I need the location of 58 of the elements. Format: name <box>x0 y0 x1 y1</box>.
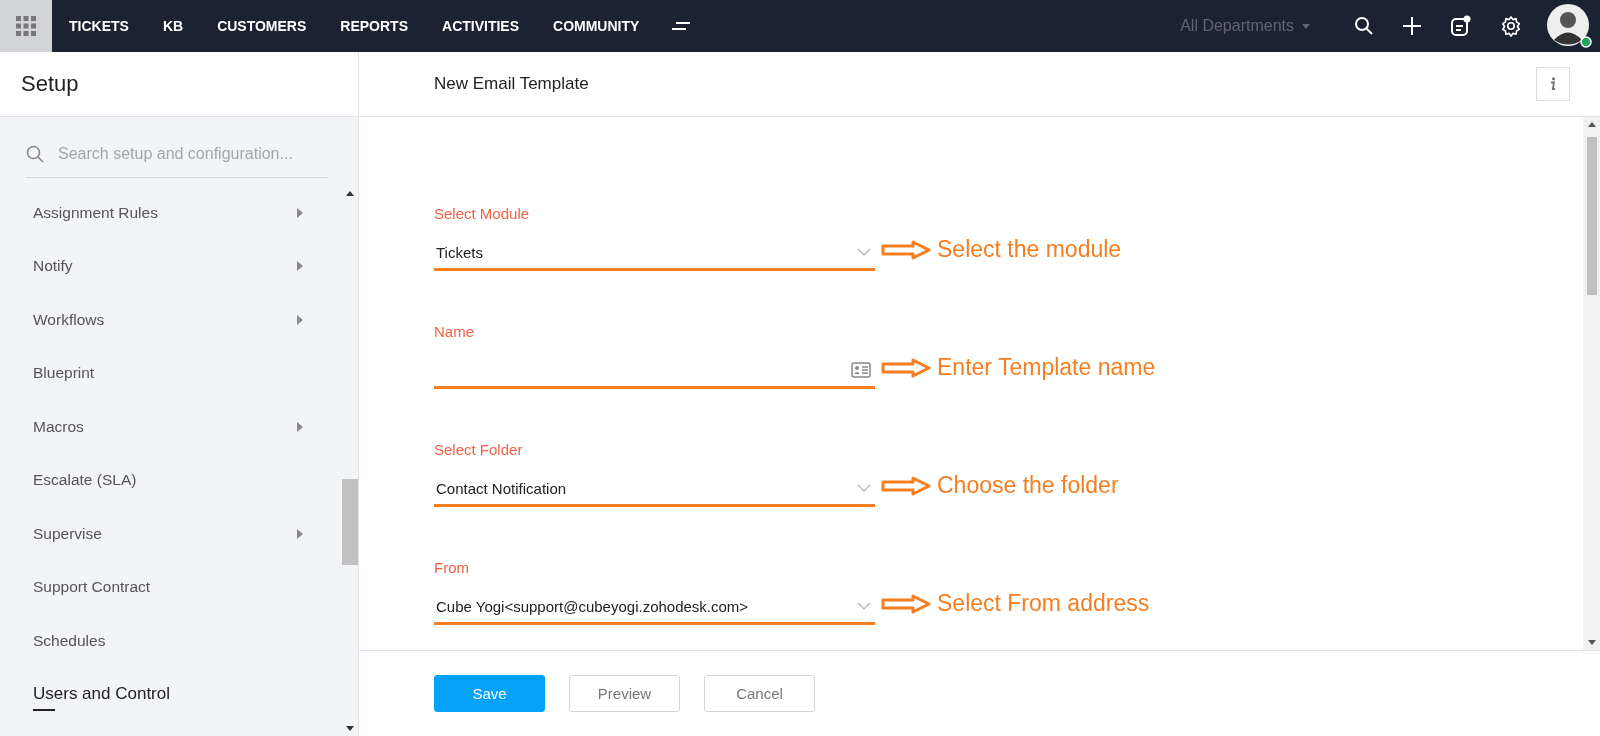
nav-tab[interactable]: ACTIVITIES <box>425 0 537 52</box>
sidebar-item[interactable]: Blueprint <box>0 346 341 400</box>
chevron-down-icon <box>857 484 871 492</box>
scrollbar-thumb[interactable] <box>341 479 358 565</box>
nav-tab[interactable]: REPORTS <box>323 0 425 52</box>
nav-tab[interactable]: KB <box>145 0 201 52</box>
sidebar-title: Setup <box>0 52 358 117</box>
settings-icon[interactable] <box>1500 15 1522 37</box>
search-icon[interactable] <box>1354 16 1374 36</box>
field-label: Select Module <box>434 205 531 222</box>
caret-right-icon <box>297 528 303 539</box>
select-field[interactable]: Cube Yogi<support@cubeyogi.zohodesk.com> <box>434 590 875 625</box>
nav-tab[interactable]: TICKETS <box>52 0 146 52</box>
annotation-text: Choose the folder <box>937 472 1119 499</box>
select-field[interactable]: Tickets <box>434 236 875 271</box>
caret-down-icon <box>1302 23 1310 29</box>
scrollbar-thumb[interactable] <box>1586 137 1597 295</box>
scrollbar[interactable] <box>1583 117 1600 650</box>
page-title: New Email Template <box>434 74 589 94</box>
nav-tab[interactable]: CUSTOMERS <box>200 0 324 52</box>
arrow-icon <box>881 239 931 260</box>
field-label: Select Folder <box>434 441 524 458</box>
sidebar-item[interactable]: Macros <box>0 400 341 454</box>
chevron-down-icon <box>857 602 871 610</box>
app-grid-icon[interactable] <box>0 0 52 52</box>
sidebar-item[interactable]: Assignment Rules <box>0 186 341 240</box>
sidebar-item[interactable]: Supervise <box>0 507 341 561</box>
caret-right-icon <box>297 207 303 218</box>
menu-icon[interactable] <box>672 21 693 31</box>
info-icon <box>1550 77 1556 91</box>
select-field[interactable]: Contact Notification <box>434 472 875 507</box>
chevron-down-icon <box>857 248 871 256</box>
caret-right-icon <box>297 261 303 272</box>
caret-right-icon <box>297 421 303 432</box>
field-label: Name <box>434 323 475 340</box>
nav-tab[interactable]: COMMUNITY <box>536 0 657 52</box>
sidebar-item[interactable]: Notify <box>0 239 341 293</box>
caret-right-icon <box>297 314 303 325</box>
section-heading: Users and Control <box>0 667 341 721</box>
sidebar-item[interactable]: Escalate (SLA) <box>0 453 341 507</box>
secondary-button[interactable]: Preview <box>569 675 680 712</box>
contact-card-icon[interactable] <box>851 362 871 378</box>
sidebar-item[interactable]: Workflows <box>0 293 341 347</box>
annotation-text: Enter Template name <box>937 354 1156 381</box>
annotation-text: Select the module <box>937 236 1122 263</box>
arrow-icon <box>881 593 931 614</box>
plus-icon[interactable] <box>1402 16 1422 36</box>
arrow-icon <box>881 475 931 496</box>
sidebar-item[interactable]: Schedules <box>0 614 341 668</box>
notes-icon[interactable] <box>1450 15 1472 37</box>
field-label: From <box>434 559 470 576</box>
search-icon <box>26 145 44 163</box>
avatar-icon[interactable] <box>1546 3 1592 49</box>
arrow-icon <box>881 357 931 378</box>
search-field[interactable]: Search setup and configuration... <box>56 144 328 164</box>
secondary-button[interactable]: Cancel <box>704 675 815 712</box>
annotation-text: Select From address <box>937 590 1150 617</box>
sidebar-item[interactable]: Support Contract <box>0 560 341 614</box>
